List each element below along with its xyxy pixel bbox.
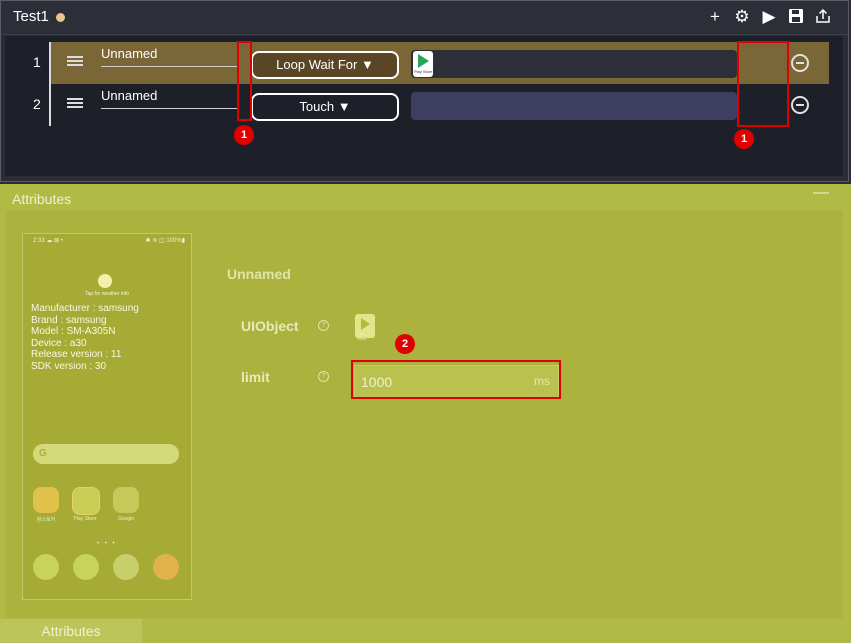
- app-label: Google: [117, 516, 135, 522]
- uiobject-thumbnail[interactable]: Play Store: [355, 314, 375, 341]
- title-bar: Test1 + ⚙ ▶: [1, 1, 848, 35]
- action-dropdown[interactable]: Loop Wait For ▼: [251, 51, 399, 79]
- step-name-field[interactable]: Unnamed: [101, 88, 239, 109]
- attributes-panel: Attributes — 2:33 ☁ ⊠ • ✱ ≋ ◫ 100%▮ Tap …: [0, 184, 851, 643]
- remove-step-icon[interactable]: [791, 96, 809, 114]
- app-label: Play Store: [73, 516, 97, 522]
- google-search-bar[interactable]: G: [33, 444, 179, 464]
- annotation-badge-2: 2: [395, 334, 415, 354]
- annotation-box-right: [737, 41, 789, 127]
- element-name: Unnamed: [227, 266, 291, 282]
- device-info-line: Manufacturer : samsung: [31, 303, 139, 314]
- save-icon[interactable]: [787, 8, 805, 26]
- step-row[interactable]: 2 Unnamed Touch ▼: [5, 84, 843, 126]
- play-store-thumbnail-label: Play Store: [414, 69, 433, 74]
- annotation-badge-1: 1: [734, 129, 754, 149]
- play-store-thumbnail: Play Store: [413, 51, 433, 77]
- device-info-line: Release version : 11: [31, 349, 122, 360]
- remove-step-icon[interactable]: [791, 54, 809, 72]
- attributes-panel-title: Attributes: [12, 191, 72, 207]
- drag-handle-icon[interactable]: [67, 98, 83, 112]
- plus-icon[interactable]: +: [706, 8, 724, 26]
- scenario-title: Test1: [13, 8, 49, 25]
- internet-app-icon[interactable]: [113, 554, 139, 580]
- device-screen-preview[interactable]: 2:33 ☁ ⊠ • ✱ ≋ ◫ 100%▮ Tap for weather i…: [22, 233, 192, 600]
- step-list: 1 Unnamed Loop Wait For ▼ Play Store 2 U…: [5, 36, 843, 176]
- weather-text: Tap for weather info: [85, 291, 129, 297]
- device-info: Manufacturer : samsung Brand : samsung M…: [31, 303, 139, 372]
- uiobject-label: UIObject: [241, 318, 299, 334]
- toolbar: + ⚙ ▶: [706, 8, 832, 26]
- app-label: 원스토어: [36, 517, 56, 523]
- gear-icon[interactable]: ⚙: [733, 8, 751, 26]
- play-store-app-icon[interactable]: [72, 487, 100, 515]
- tab-attributes[interactable]: Attributes: [0, 619, 142, 643]
- camera-app-icon[interactable]: [153, 554, 179, 580]
- play-store-icon: [361, 318, 370, 330]
- device-info-line: Device : a30: [31, 337, 87, 349]
- google-icon: G: [39, 448, 47, 459]
- limit-label: limit: [241, 369, 270, 385]
- annotation-box-left: [237, 41, 252, 121]
- uiobject-field[interactable]: Play Store: [411, 50, 737, 78]
- annotation-box-limit: [351, 360, 561, 399]
- device-info-line: SDK version : 30: [31, 360, 107, 372]
- scenario-panel: Test1 + ⚙ ▶ 1 Unnamed Loop Wait For ▼ Pl…: [0, 0, 849, 182]
- help-icon[interactable]: ?: [318, 371, 329, 382]
- step-row[interactable]: 1 Unnamed Loop Wait For ▼ Play Store: [5, 42, 843, 84]
- play-store-icon: [418, 54, 429, 68]
- step-name-field[interactable]: Unnamed: [101, 46, 239, 67]
- help-icon[interactable]: ?: [318, 320, 329, 331]
- messages-app-icon[interactable]: [73, 554, 99, 580]
- row-divider: [49, 84, 51, 126]
- unsaved-indicator: [56, 13, 65, 22]
- action-dropdown[interactable]: Touch ▼: [251, 93, 399, 121]
- status-bar-right: ✱ ≋ ◫ 100%▮: [145, 238, 185, 244]
- export-icon[interactable]: [814, 8, 832, 26]
- panel-footer: Attributes: [0, 619, 851, 643]
- minimize-icon[interactable]: —: [813, 184, 829, 202]
- status-bar-left: 2:33 ☁ ⊠ •: [33, 238, 63, 244]
- device-info-line: Brand : samsung: [31, 314, 107, 326]
- page-indicator: • • •: [97, 541, 117, 547]
- phone-app-icon[interactable]: [33, 554, 59, 580]
- row-divider: [49, 42, 51, 84]
- google-folder-icon[interactable]: [113, 487, 139, 513]
- weather-icon: [98, 274, 112, 288]
- play-icon[interactable]: ▶: [760, 8, 778, 26]
- uiobject-field[interactable]: [411, 92, 737, 120]
- uiobject-thumbnail-label: Play Store: [357, 331, 367, 341]
- device-info-line: Model : SM-A305N: [31, 326, 116, 337]
- drag-handle-icon[interactable]: [67, 56, 83, 70]
- step-index: 1: [33, 54, 41, 70]
- step-index: 2: [33, 96, 41, 112]
- onestore-app-icon[interactable]: [33, 487, 59, 513]
- attributes-content: 2:33 ☁ ⊠ • ✱ ≋ ◫ 100%▮ Tap for weather i…: [6, 210, 843, 618]
- annotation-badge-1: 1: [234, 125, 254, 145]
